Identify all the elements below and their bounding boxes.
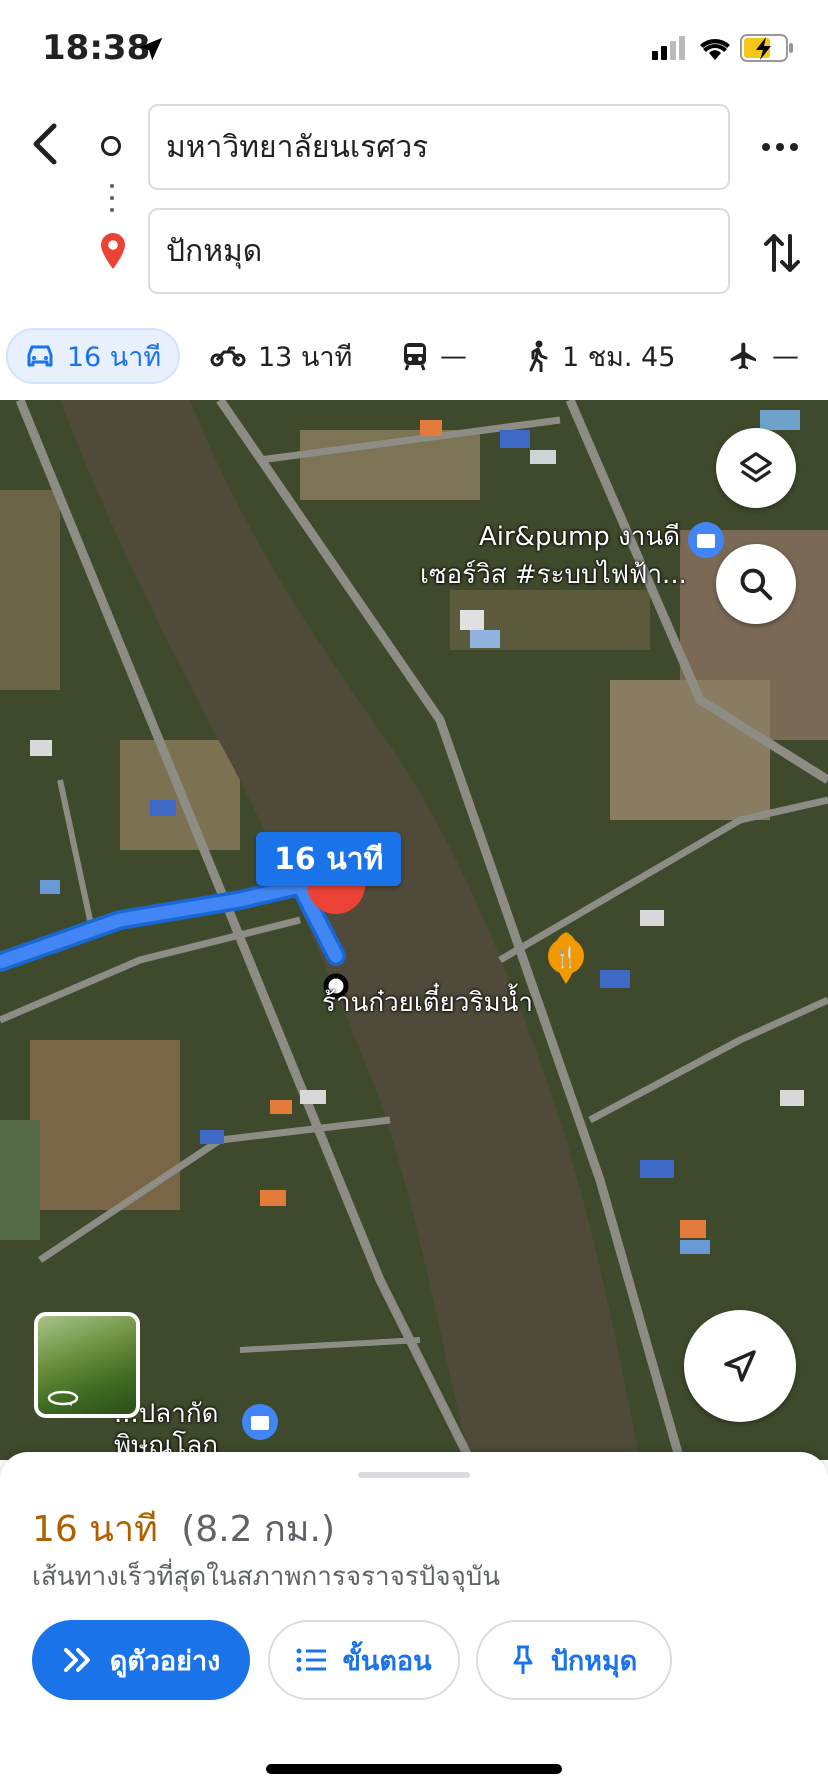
street-view-thumbnail[interactable]: [34, 1312, 140, 1418]
battery-charging-icon: [740, 34, 793, 62]
route-distance: (8.2 กม.): [181, 1509, 336, 1550]
destination-pin-icon: [101, 233, 125, 269]
status-bar: 18:38: [0, 0, 828, 100]
pushpin-icon: [513, 1645, 533, 1674]
recenter-button[interactable]: [684, 1310, 796, 1422]
layers-button[interactable]: [716, 428, 796, 508]
location-arrow-icon: [139, 37, 163, 61]
tab-transit-label: —: [440, 340, 467, 372]
steps-button[interactable]: ขั้นตอน: [268, 1620, 460, 1700]
tab-motorbike-label: 13 นาที: [258, 341, 353, 373]
double-chevron-icon: [63, 1648, 90, 1672]
travel-mode-tabs: 16 นาที 13 นาที — 1 ชม. 45 —: [0, 320, 828, 392]
cellular-signal-icon: [652, 36, 685, 60]
route-summary: 16 นาที (8.2 กม.): [32, 1500, 335, 1557]
steps-button-label: ขั้นตอน: [342, 1645, 432, 1677]
search-icon: [740, 568, 773, 601]
poi-shop-label[interactable]: Air&pump งานดี เซอร์วิส #ระบบไฟฟ้า...: [420, 518, 687, 594]
status-time: 18:38: [42, 28, 151, 68]
route-description: เส้นทางเร็วที่สุดในสภาพการจราจรปัจจุบัน: [32, 1562, 501, 1592]
satellite-map: 🍴: [0, 400, 828, 1460]
tab-flight-label: —: [772, 340, 799, 372]
route-duration-label[interactable]: 16 นาที: [256, 832, 402, 886]
home-indicator[interactable]: [266, 1764, 562, 1774]
street-view-360-icon: [47, 1390, 79, 1406]
more-options-icon[interactable]: [760, 132, 800, 162]
preview-button-label: ดูตัวอย่าง: [109, 1645, 221, 1677]
svg-text:🍴: 🍴: [554, 945, 579, 969]
tab-drive-label: 16 นาที: [66, 341, 162, 373]
tab-walk-label: 1 ชม. 45: [562, 341, 676, 373]
tab-motorbike[interactable]: 13 นาที: [210, 328, 352, 384]
origin-circle-icon: [101, 136, 121, 156]
pin-button[interactable]: ปักหมุด: [476, 1620, 672, 1700]
list-icon: [296, 1648, 327, 1672]
poi-restaurant-label[interactable]: ร้านก๋วยเตี๋ยวริมน้ำ: [322, 982, 533, 1023]
transit-icon: [404, 343, 426, 371]
map-view[interactable]: 🍴 16 นาที Air&pump งานดี เซอร์วิส #ระบบไ…: [0, 400, 828, 1460]
poi-shop-line2: เซอร์วิส #ระบบไฟฟ้า...: [420, 560, 687, 590]
wifi-icon: [700, 39, 730, 60]
flight-icon: [730, 342, 756, 370]
car-icon: [27, 345, 53, 367]
poi-shop-line1: Air&pump งานดี: [478, 522, 680, 552]
layers-icon: [740, 452, 772, 483]
route-summary-sheet[interactable]: 16 นาที (8.2 กม.) เส้นทางเร็วที่สุดในสภา…: [0, 1452, 828, 1792]
tab-walk[interactable]: 1 ชม. 45: [526, 328, 675, 384]
search-along-route-button[interactable]: [716, 544, 796, 624]
sheet-drag-handle[interactable]: [358, 1472, 470, 1478]
route-duration: 16 นาที: [32, 1509, 158, 1550]
route-dots-icon: [110, 184, 114, 220]
pin-button-label: ปักหมุด: [550, 1645, 638, 1677]
tab-flight[interactable]: —: [728, 328, 799, 384]
walk-icon: [529, 340, 548, 372]
origin-input[interactable]: มหาวิทยาลัยนเรศวร: [148, 104, 730, 190]
navigation-arrow-icon: [724, 1350, 756, 1382]
motorbike-icon: [210, 346, 246, 367]
back-arrow-icon[interactable]: [26, 120, 66, 168]
preview-button[interactable]: ดูตัวอย่าง: [32, 1620, 250, 1700]
swap-direction-icon[interactable]: [762, 230, 802, 276]
tab-drive[interactable]: 16 นาที: [6, 328, 180, 384]
tab-transit[interactable]: —: [402, 328, 467, 384]
destination-input[interactable]: ปักหมุด: [148, 208, 730, 294]
